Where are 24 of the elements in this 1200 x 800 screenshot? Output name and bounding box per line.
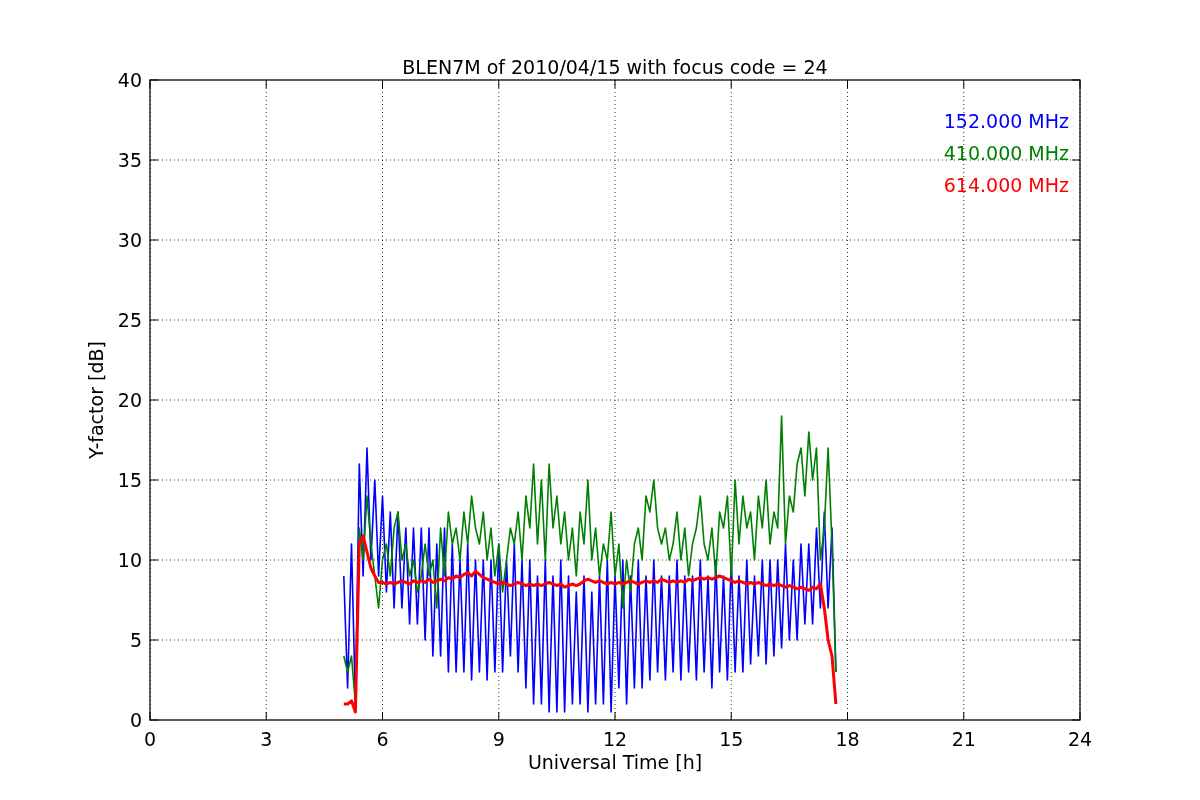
x-tick-label: 0 bbox=[143, 728, 157, 750]
x-tick-label: 9 bbox=[492, 728, 505, 750]
x-tick-label: 12 bbox=[602, 728, 628, 750]
x-tick-label: 3 bbox=[260, 728, 273, 750]
x-tick-label: 24 bbox=[1067, 728, 1093, 750]
y-tick-label: 20 bbox=[117, 389, 142, 411]
y-axis-label: Y-factor [dB] bbox=[85, 341, 107, 459]
legend-label: 614.000 MHz bbox=[943, 174, 1069, 196]
x-tick-label: 21 bbox=[951, 728, 976, 750]
y-tick-label: 15 bbox=[117, 469, 142, 491]
y-tick-label: 0 bbox=[129, 709, 142, 731]
y-tick-label: 5 bbox=[129, 629, 142, 651]
y-tick-label: 40 bbox=[117, 69, 142, 91]
y-tick-label: 10 bbox=[117, 549, 142, 571]
y-tick-label: 25 bbox=[117, 309, 142, 331]
x-tick-label: 15 bbox=[719, 728, 744, 750]
legend-label: 152.000 MHz bbox=[943, 110, 1069, 132]
chart-title: BLEN7M of 2010/04/15 with focus code = 24 bbox=[402, 56, 828, 78]
y-tick-label: 35 bbox=[117, 149, 142, 171]
y-tick-label: 30 bbox=[117, 229, 142, 251]
x-tick-label: 18 bbox=[835, 728, 860, 750]
x-axis-label: Universal Time [h] bbox=[527, 751, 703, 773]
x-tick-label: 6 bbox=[376, 728, 389, 750]
legend-label: 410.000 MHz bbox=[943, 142, 1069, 164]
